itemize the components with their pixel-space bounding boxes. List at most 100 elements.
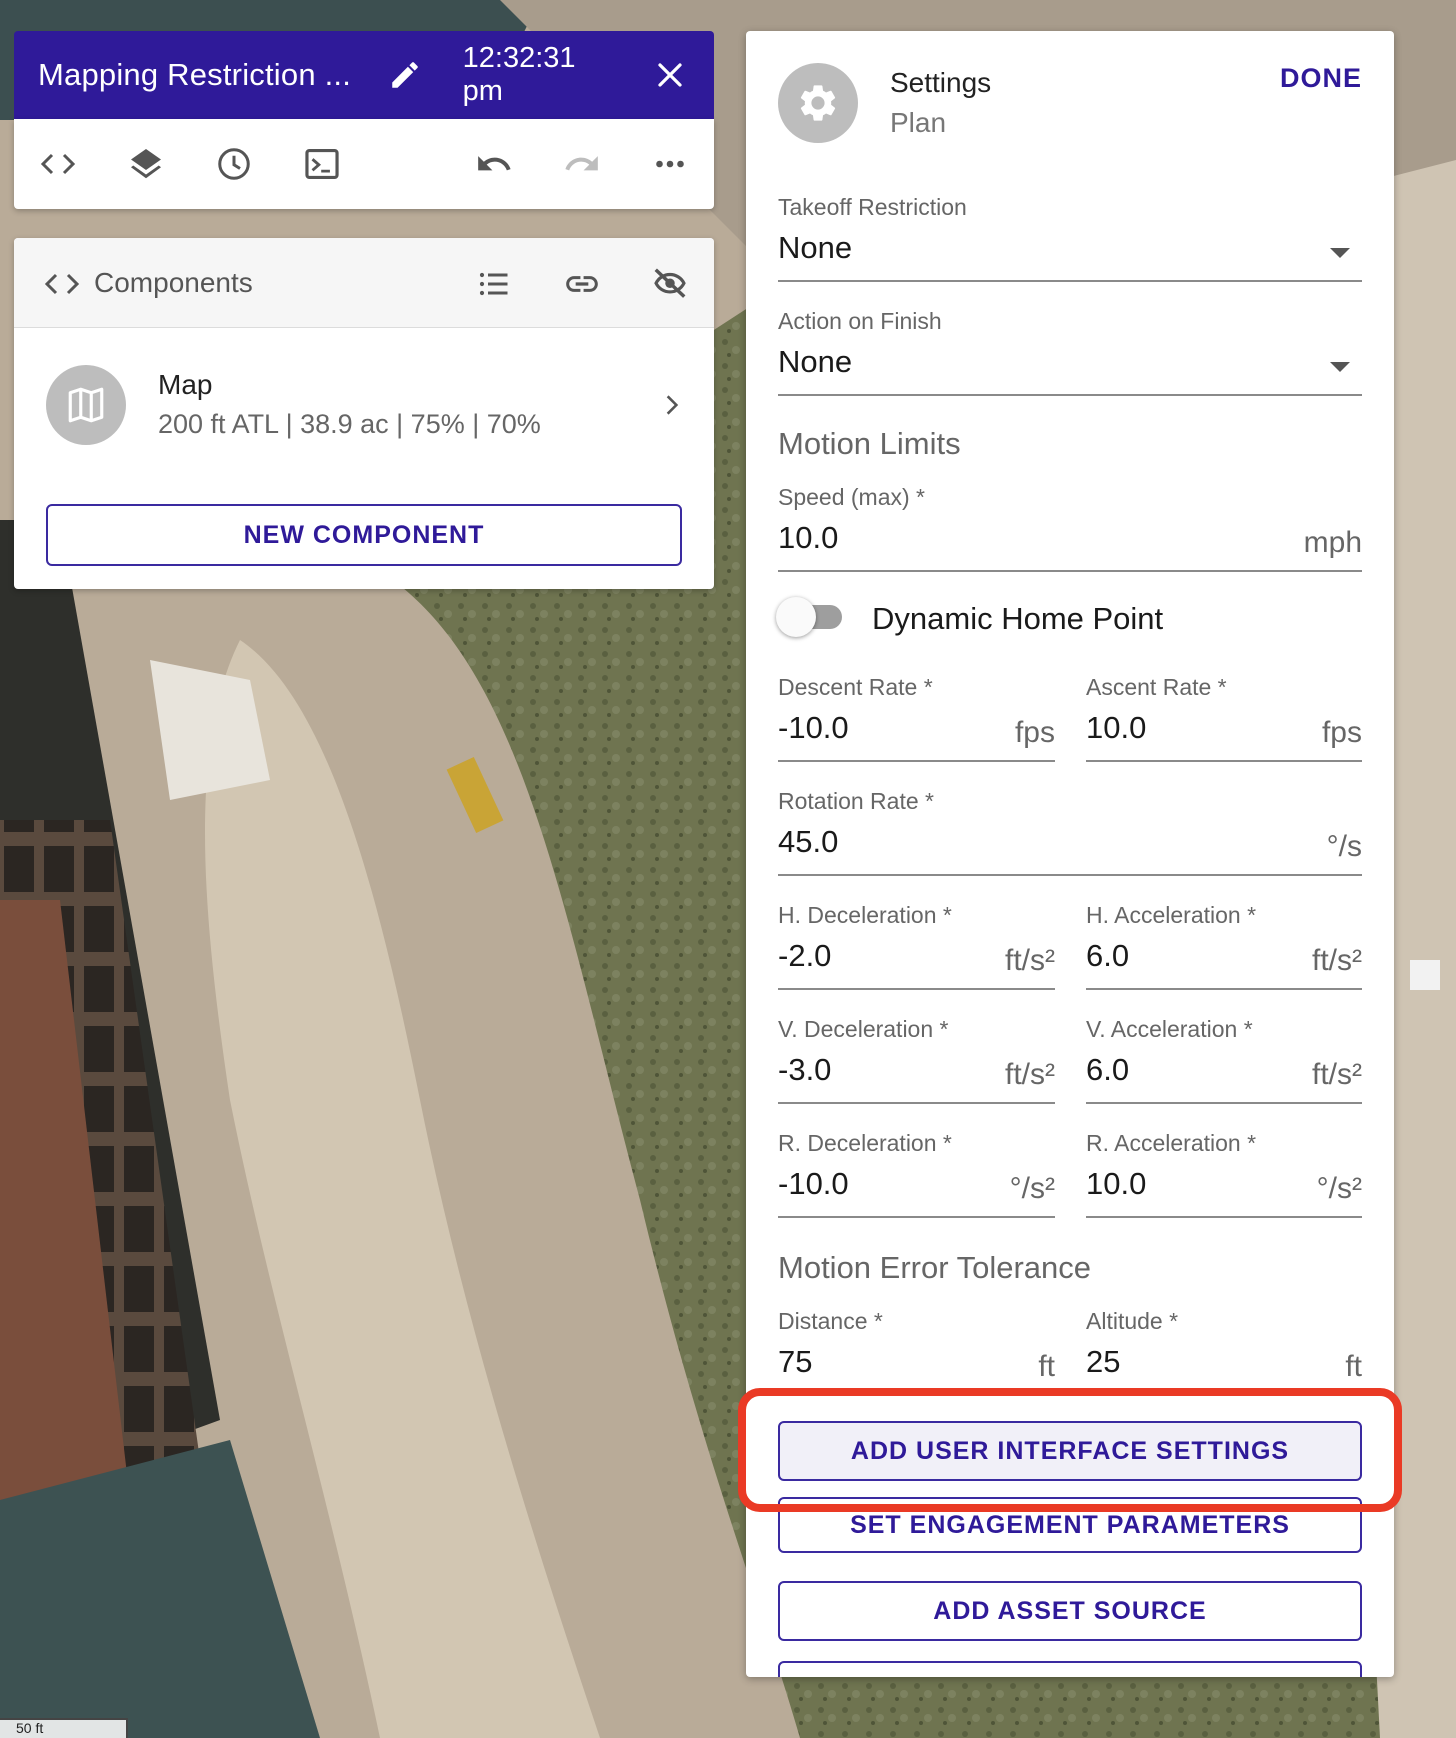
- field-label: Distance *: [778, 1308, 883, 1334]
- component-details: 200 ft ATL | 38.9 ac | 75% | 70%: [158, 409, 541, 439]
- field-label: R. Acceleration *: [1086, 1130, 1257, 1156]
- field-label: Action on Finish: [778, 308, 942, 334]
- field-value: -2.0: [778, 938, 832, 973]
- r-acceleration-input[interactable]: R. Acceleration * 10.0 °/s²: [1086, 1130, 1362, 1220]
- distance-input[interactable]: Distance * 75 ft: [778, 1308, 1055, 1398]
- field-label: Descent Rate *: [778, 674, 933, 700]
- field-value: 25: [1086, 1344, 1121, 1379]
- field-underline: [1086, 988, 1362, 990]
- layers-icon[interactable]: [122, 140, 170, 188]
- field-unit: °/s: [1326, 830, 1362, 863]
- link-icon[interactable]: [558, 260, 606, 308]
- toggle-knob: [776, 597, 816, 637]
- action-on-finish-select[interactable]: Action on Finish None: [778, 308, 1362, 398]
- altitude-input[interactable]: Altitude * 25 ft: [1086, 1308, 1362, 1398]
- terminal-icon[interactable]: [298, 140, 346, 188]
- edit-icon[interactable]: [385, 55, 425, 95]
- add-asset-source-button[interactable]: ADD ASSET SOURCE: [778, 1581, 1362, 1641]
- field-unit: ft/s²: [1312, 1058, 1362, 1091]
- field-value: 45.0: [778, 824, 839, 859]
- field-unit: ft/s²: [1005, 1058, 1055, 1091]
- field-value: 6.0: [1086, 938, 1130, 973]
- field-label: Ascent Rate *: [1086, 674, 1227, 700]
- r-deceleration-input[interactable]: R. Deceleration * -10.0 °/s²: [778, 1130, 1055, 1220]
- clock-time: 12:32:31 pm: [462, 42, 576, 107]
- map-icon: [46, 365, 126, 445]
- field-label: Takeoff Restriction: [778, 194, 967, 220]
- field-unit: ft: [1345, 1350, 1362, 1383]
- gear-icon: [778, 63, 858, 143]
- component-item-map[interactable]: Map 200 ft ATL | 38.9 ac | 75% | 70%: [14, 329, 714, 479]
- rotation-rate-input[interactable]: Rotation Rate * 45.0 °/s: [778, 788, 1362, 878]
- set-engagement-parameters-button[interactable]: SET ENGAGEMENT PARAMETERS: [778, 1497, 1362, 1553]
- field-label: V. Acceleration *: [1086, 1016, 1253, 1042]
- dynamic-home-point-label: Dynamic Home Point: [872, 601, 1164, 636]
- visibility-off-icon[interactable]: [646, 260, 694, 308]
- field-underline: [778, 988, 1055, 990]
- components-panel: Components Map 200 ft ATL | 38.9 ac | 75…: [14, 238, 714, 589]
- h-deceleration-input[interactable]: H. Deceleration * -2.0 ft/s²: [778, 902, 1055, 992]
- dropdown-arrow-icon: [1330, 248, 1350, 258]
- field-unit: ft/s²: [1312, 944, 1362, 977]
- toolbar: [14, 119, 714, 209]
- field-underline: [1086, 760, 1362, 762]
- field-unit: °/s²: [1316, 1172, 1362, 1205]
- field-value: 6.0: [1086, 1052, 1130, 1087]
- field-unit: ft/s²: [1005, 944, 1055, 977]
- list-icon[interactable]: [470, 260, 518, 308]
- component-name: Map: [158, 369, 213, 400]
- mission-title[interactable]: Mapping Restriction ...: [38, 57, 351, 93]
- components-label: Components: [94, 267, 253, 298]
- field-value: -10.0: [778, 710, 849, 745]
- history-clock-icon[interactable]: [210, 140, 258, 188]
- map-scale: 50 ft: [0, 1718, 128, 1738]
- undo-icon[interactable]: [470, 140, 518, 188]
- close-icon[interactable]: [650, 55, 690, 95]
- field-value: 10.0: [778, 520, 839, 555]
- takeoff-restriction-select[interactable]: Takeoff Restriction None: [778, 194, 1362, 284]
- motion-limits-heading: Motion Limits: [778, 426, 961, 461]
- add-user-interface-settings-button[interactable]: ADD USER INTERFACE SETTINGS: [778, 1421, 1362, 1481]
- field-value: 10.0: [1086, 710, 1147, 745]
- additional-settings-button[interactable]: [778, 1661, 1362, 1677]
- field-unit: ft: [1038, 1350, 1055, 1383]
- field-unit: mph: [1303, 526, 1362, 559]
- descent-rate-input[interactable]: Descent Rate * -10.0 fps: [778, 674, 1055, 764]
- v-acceleration-input[interactable]: V. Acceleration * 6.0 ft/s²: [1086, 1016, 1362, 1106]
- dynamic-home-point-toggle[interactable]: [776, 597, 846, 637]
- chevron-right-icon[interactable]: [652, 385, 692, 425]
- motion-error-tolerance-heading: Motion Error Tolerance: [778, 1250, 1092, 1285]
- field-value: 10.0: [1086, 1166, 1147, 1201]
- new-component-button[interactable]: NEW COMPONENT: [46, 504, 682, 566]
- v-deceleration-input[interactable]: V. Deceleration * -3.0 ft/s²: [778, 1016, 1055, 1106]
- field-underline: [778, 570, 1362, 572]
- settings-panel: Settings Plan DONE Takeoff Restriction N…: [746, 31, 1394, 1677]
- title-bar: Mapping Restriction ... 12:32:31 pm: [14, 31, 714, 119]
- field-underline: [778, 1102, 1055, 1104]
- done-button[interactable]: DONE: [1280, 63, 1362, 94]
- field-label: Speed (max) *: [778, 484, 926, 510]
- field-underline: [1086, 1216, 1362, 1218]
- field-label: V. Deceleration *: [778, 1016, 949, 1042]
- code-icon: [38, 260, 86, 308]
- field-unit: fps: [1321, 716, 1362, 749]
- field-value: -10.0: [778, 1166, 849, 1201]
- dropdown-arrow-icon: [1330, 362, 1350, 372]
- field-value: -3.0: [778, 1052, 832, 1087]
- speed-max-input[interactable]: Speed (max) * 10.0 mph: [778, 484, 1362, 574]
- field-unit: °/s²: [1009, 1172, 1055, 1205]
- more-icon[interactable]: [646, 140, 694, 188]
- field-underline: [1086, 1102, 1362, 1104]
- field-value: 75: [778, 1344, 813, 1379]
- ascent-rate-input[interactable]: Ascent Rate * 10.0 fps: [1086, 674, 1362, 764]
- code-icon[interactable]: [34, 140, 82, 188]
- h-acceleration-input[interactable]: H. Acceleration * 6.0 ft/s²: [1086, 902, 1362, 992]
- field-underline: [778, 394, 1362, 396]
- field-label: Altitude *: [1086, 1308, 1179, 1334]
- field-value: None: [778, 344, 853, 379]
- field-label: H. Deceleration *: [778, 902, 952, 928]
- redo-icon[interactable]: [558, 140, 606, 188]
- field-label: R. Deceleration *: [778, 1130, 952, 1156]
- settings-subtitle: Plan: [890, 107, 947, 138]
- field-label: Rotation Rate *: [778, 788, 934, 814]
